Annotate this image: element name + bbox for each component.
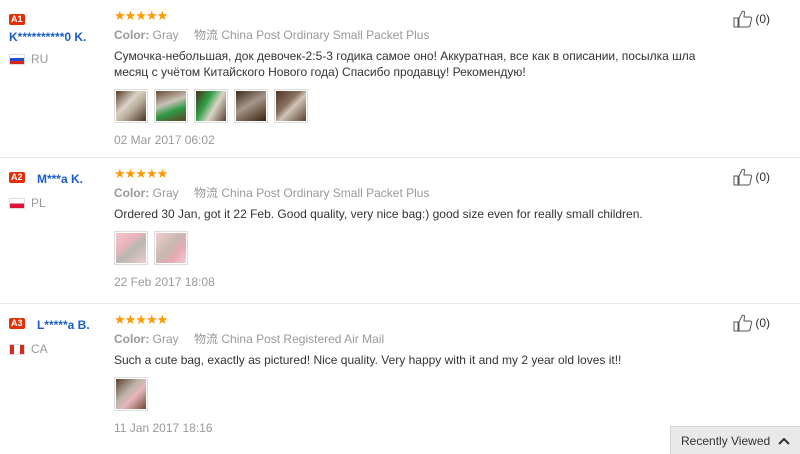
review-photo-thumbnail[interactable] (114, 89, 148, 123)
shipping-method: China Post Registered Air Mail (221, 332, 385, 346)
logistics-icon: 物流 (194, 332, 219, 346)
review-item: A1 K**********0 K. RU ★★★★★ Color: Gray … (0, 0, 800, 158)
review-item: A2 M***a K. PL ★★★★★ Color: Gray 物流 Chin… (0, 158, 800, 304)
logistics-icon: 物流 (194, 186, 219, 200)
country-code: RU (31, 52, 49, 66)
review-photo-thumbnail[interactable] (274, 89, 308, 123)
color-label: Color: (114, 332, 150, 346)
review-text: Сумочка-небольшая, док девочек-2:5-3 год… (114, 49, 696, 79)
rank-badge: A2 (9, 172, 25, 183)
review-content: ★★★★★ Color: Gray 物流 China Post Register… (114, 313, 710, 435)
review-text: Ordered 30 Jan, got it 22 Feb. Good qual… (114, 207, 643, 221)
reviewer-info: A3 L*****a B. CA (9, 316, 109, 356)
helpful-count: (0) (755, 170, 770, 184)
thumbs-up-icon (733, 10, 753, 28)
order-info: Color: Gray 物流 China Post Ordinary Small… (114, 186, 710, 200)
review-photo-thumbnail[interactable] (114, 377, 148, 411)
logistics-icon: 物流 (194, 28, 219, 42)
helpful-button[interactable]: (0) (733, 314, 770, 332)
helpful-button[interactable]: (0) (733, 168, 770, 186)
shipping-method: China Post Ordinary Small Packet Plus (221, 28, 430, 42)
helpful-button[interactable]: (0) (733, 10, 770, 28)
color-value: Gray (152, 186, 179, 200)
russia-flag-icon (9, 53, 25, 65)
reviewer-country: CA (9, 342, 109, 356)
reviewer-name[interactable]: K**********0 K. (9, 30, 104, 44)
poland-flag-icon (9, 197, 25, 209)
star-rating: ★★★★★ (114, 312, 168, 327)
helpful-count: (0) (755, 316, 770, 330)
review-date: 02 Mar 2017 06:02 (114, 133, 215, 147)
order-info: Color: Gray 物流 China Post Registered Air… (114, 332, 710, 346)
order-info: Color: Gray 物流 China Post Ordinary Small… (114, 28, 710, 42)
thumbs-up-icon (733, 314, 753, 332)
review-photo-thumbnail[interactable] (154, 89, 188, 123)
review-content: ★★★★★ Color: Gray 物流 China Post Ordinary… (114, 167, 710, 289)
review-date: 22 Feb 2017 18:08 (114, 275, 215, 289)
review-photo-thumbnail[interactable] (194, 89, 228, 123)
star-rating: ★★★★★ (114, 166, 168, 181)
color-value: Gray (152, 28, 179, 42)
canada-flag-icon (9, 343, 25, 355)
review-photo-thumbnail[interactable] (154, 231, 188, 265)
rank-badge: A3 (9, 318, 25, 329)
reviewer-name[interactable]: M***a K. (37, 172, 83, 186)
review-photos (114, 377, 710, 411)
review-photo-thumbnail[interactable] (234, 89, 268, 123)
recently-viewed-tab[interactable]: Recently Viewed (670, 426, 800, 454)
country-code: PL (31, 196, 46, 210)
color-label: Color: (114, 186, 150, 200)
color-label: Color: (114, 28, 150, 42)
star-rating: ★★★★★ (114, 8, 168, 23)
helpful-count: (0) (755, 12, 770, 26)
review-text: Such a cute bag, exactly as pictured! Ni… (114, 353, 622, 367)
chevron-up-icon (778, 437, 790, 445)
reviewer-name[interactable]: L*****a B. (37, 318, 90, 332)
reviewer-info: A1 K**********0 K. RU (9, 12, 109, 66)
review-content: ★★★★★ Color: Gray 物流 China Post Ordinary… (114, 9, 710, 147)
rank-badge: A1 (9, 14, 25, 25)
review-photos (114, 231, 710, 265)
recently-viewed-label: Recently Viewed (681, 433, 771, 448)
reviewer-info: A2 M***a K. PL (9, 170, 109, 210)
reviewer-country: PL (9, 196, 109, 210)
review-photos (114, 89, 710, 123)
thumbs-up-icon (733, 168, 753, 186)
reviewer-country: RU (9, 52, 109, 66)
review-photo-thumbnail[interactable] (114, 231, 148, 265)
country-code: CA (31, 342, 48, 356)
color-value: Gray (152, 332, 179, 346)
review-date: 11 Jan 2017 18:16 (114, 421, 213, 435)
shipping-method: China Post Ordinary Small Packet Plus (221, 186, 430, 200)
